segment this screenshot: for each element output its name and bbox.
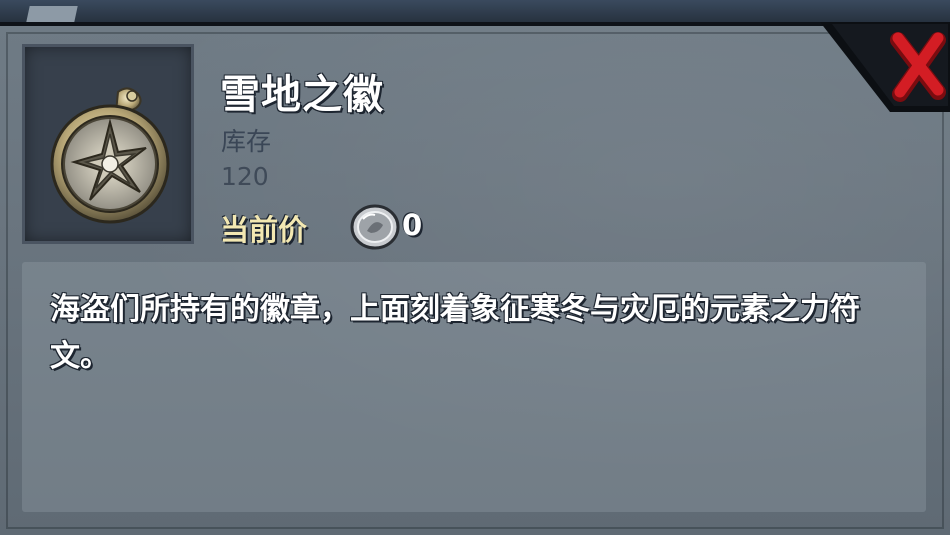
top-strip — [0, 0, 950, 22]
close-button[interactable] — [820, 22, 950, 112]
price-value: 0 — [402, 208, 423, 242]
top-tab — [26, 6, 78, 22]
item-description: 海盗们所持有的徽章，上面刻着象征寒冬与灾厄的元素之力符文。 — [50, 292, 860, 374]
stock-value: 120 — [221, 162, 269, 191]
item-name: 雪地之徽 — [220, 72, 384, 118]
snow-emblem-icon — [50, 87, 170, 224]
price-label: 当前价 — [220, 213, 308, 247]
silver-coin-icon — [350, 204, 400, 250]
close-x-icon — [820, 22, 950, 112]
stock-label: 库存 — [221, 127, 272, 156]
item-icon-frame — [22, 44, 194, 244]
